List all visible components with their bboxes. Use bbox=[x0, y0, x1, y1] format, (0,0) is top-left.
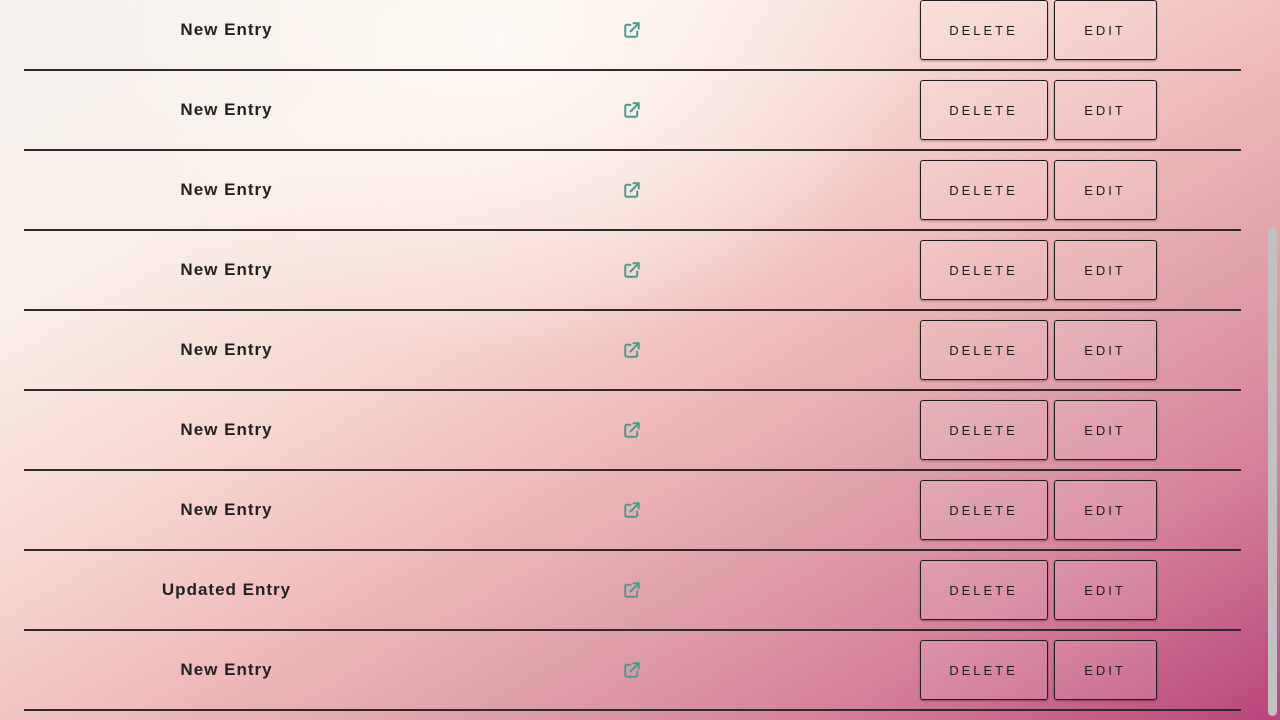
external-link-icon[interactable] bbox=[623, 341, 641, 359]
edit-button[interactable]: EDIT bbox=[1053, 320, 1157, 380]
entry-link-cell bbox=[429, 0, 835, 69]
entry-actions-cell: DELETE EDIT bbox=[835, 551, 1241, 629]
edit-button[interactable]: EDIT bbox=[1053, 400, 1157, 460]
entry-actions-cell: DELETE EDIT bbox=[835, 631, 1241, 709]
entry-name-cell: New Entry bbox=[24, 71, 429, 149]
delete-button[interactable]: DELETE bbox=[919, 480, 1048, 540]
entry-name: New Entry bbox=[180, 420, 273, 439]
entry-name: New Entry bbox=[180, 100, 273, 119]
entry-actions-cell: DELETE EDIT bbox=[835, 71, 1241, 149]
entry-name-cell: New Entry bbox=[24, 631, 429, 709]
entry-name-cell: New Entry bbox=[24, 0, 429, 69]
entry-name: New Entry bbox=[180, 500, 273, 519]
table-row: New Entry DELETE EDIT bbox=[24, 631, 1241, 711]
delete-button[interactable]: DELETE bbox=[919, 160, 1048, 220]
table-row: New Entry DELETE EDIT bbox=[24, 71, 1241, 151]
entry-name-cell: New Entry bbox=[24, 151, 429, 229]
edit-button[interactable]: EDIT bbox=[1053, 80, 1157, 140]
entry-link-cell bbox=[429, 551, 835, 629]
external-link-icon[interactable] bbox=[623, 261, 641, 279]
entries-table: New Entry DELETE EDIT New Entry DELETE E… bbox=[24, 0, 1241, 711]
table-row: New Entry DELETE EDIT bbox=[24, 231, 1241, 311]
external-link-icon[interactable] bbox=[623, 181, 641, 199]
entry-name-cell: New Entry bbox=[24, 471, 429, 549]
table-row: New Entry DELETE EDIT bbox=[24, 151, 1241, 231]
entry-name-cell: Updated Entry bbox=[24, 551, 429, 629]
table-row: New Entry DELETE EDIT bbox=[24, 0, 1241, 71]
vertical-scrollbar[interactable] bbox=[1265, 0, 1280, 720]
entry-link-cell bbox=[429, 631, 835, 709]
table-row: Updated Entry DELETE EDIT bbox=[24, 551, 1241, 631]
delete-button[interactable]: DELETE bbox=[919, 560, 1048, 620]
delete-button[interactable]: DELETE bbox=[919, 320, 1048, 380]
entry-actions-cell: DELETE EDIT bbox=[835, 391, 1241, 469]
delete-button[interactable]: DELETE bbox=[919, 0, 1048, 60]
entry-link-cell bbox=[429, 71, 835, 149]
external-link-icon[interactable] bbox=[623, 501, 641, 519]
edit-button[interactable]: EDIT bbox=[1053, 560, 1157, 620]
edit-button[interactable]: EDIT bbox=[1053, 480, 1157, 540]
delete-button[interactable]: DELETE bbox=[919, 400, 1048, 460]
entry-name-cell: New Entry bbox=[24, 391, 429, 469]
entry-actions-cell: DELETE EDIT bbox=[835, 231, 1241, 309]
edit-button[interactable]: EDIT bbox=[1053, 640, 1157, 700]
scrollbar-thumb[interactable] bbox=[1268, 227, 1277, 716]
delete-button[interactable]: DELETE bbox=[919, 240, 1048, 300]
entry-actions-cell: DELETE EDIT bbox=[835, 151, 1241, 229]
entry-name: New Entry bbox=[180, 20, 273, 39]
delete-button[interactable]: DELETE bbox=[919, 80, 1048, 140]
external-link-icon[interactable] bbox=[623, 581, 641, 599]
entry-name-cell: New Entry bbox=[24, 231, 429, 309]
entry-link-cell bbox=[429, 151, 835, 229]
table-row: New Entry DELETE EDIT bbox=[24, 311, 1241, 391]
entry-link-cell bbox=[429, 231, 835, 309]
external-link-icon[interactable] bbox=[623, 661, 641, 679]
external-link-icon[interactable] bbox=[623, 21, 641, 39]
entry-link-cell bbox=[429, 311, 835, 389]
entry-actions-cell: DELETE EDIT bbox=[835, 311, 1241, 389]
entry-link-cell bbox=[429, 471, 835, 549]
table-row: New Entry DELETE EDIT bbox=[24, 391, 1241, 471]
external-link-icon[interactable] bbox=[623, 101, 641, 119]
table-row: New Entry DELETE EDIT bbox=[24, 471, 1241, 551]
entry-name: New Entry bbox=[180, 340, 273, 359]
entry-link-cell bbox=[429, 391, 835, 469]
entry-name: New Entry bbox=[180, 260, 273, 279]
edit-button[interactable]: EDIT bbox=[1053, 240, 1157, 300]
entry-name-cell: New Entry bbox=[24, 311, 429, 389]
entry-name: Updated Entry bbox=[161, 580, 292, 599]
entry-actions-cell: DELETE EDIT bbox=[835, 0, 1241, 69]
delete-button[interactable]: DELETE bbox=[919, 640, 1048, 700]
external-link-icon[interactable] bbox=[623, 421, 641, 439]
entry-actions-cell: DELETE EDIT bbox=[835, 471, 1241, 549]
edit-button[interactable]: EDIT bbox=[1053, 0, 1157, 60]
entry-name: New Entry bbox=[180, 180, 273, 199]
entry-name: New Entry bbox=[180, 660, 273, 679]
edit-button[interactable]: EDIT bbox=[1053, 160, 1157, 220]
